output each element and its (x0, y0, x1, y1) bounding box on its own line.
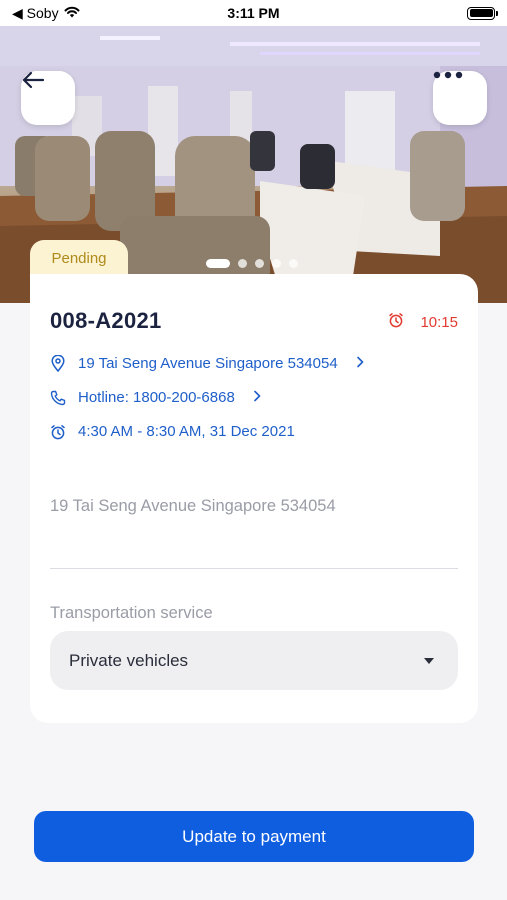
alarm-clock-icon (50, 424, 66, 440)
wifi-icon (63, 5, 81, 21)
hotline-text: Hotline: 1800-200-6868 (78, 389, 235, 406)
carousel-dot[interactable] (255, 259, 264, 268)
dropdown-caret-icon (424, 657, 434, 664)
location-pin-icon (50, 355, 66, 372)
chevron-right-icon (253, 389, 261, 406)
carousel-dot-active[interactable] (206, 259, 230, 268)
divider (50, 568, 458, 569)
address-link[interactable]: 19 Tai Seng Avenue Singapore 534054 (50, 355, 364, 372)
status-left: ◀ Soby (12, 5, 81, 22)
transport-select[interactable]: Private vehicles (50, 631, 458, 690)
carrier-label: ◀ Soby (12, 4, 59, 21)
address-link-text: 19 Tai Seng Avenue Singapore 534054 (78, 355, 338, 372)
back-button[interactable] (21, 71, 75, 125)
battery-icon (467, 6, 498, 20)
address-text: 19 Tai Seng Avenue Singapore 534054 (50, 497, 336, 515)
chevron-right-icon (356, 355, 364, 372)
booking-card: 008-A2021 10:15 19 Tai Seng Avenue Singa… (30, 274, 478, 723)
countdown-timer: 10:15 (388, 312, 458, 332)
update-to-payment-button[interactable]: Update to payment (34, 811, 474, 862)
carousel-dot[interactable] (289, 259, 298, 268)
phone-icon (50, 390, 66, 406)
carousel-dot[interactable] (272, 259, 281, 268)
transport-select-value: Private vehicles (69, 650, 189, 670)
more-options-button[interactable] (433, 71, 487, 125)
timer-value: 10:15 (420, 313, 458, 331)
status-bar: ◀ Soby 3:11 PM (0, 0, 507, 26)
booking-id: 008-A2021 (50, 308, 162, 333)
status-badge: Pending (30, 240, 128, 276)
alarm-clock-icon (388, 312, 404, 332)
hotline-link[interactable]: Hotline: 1800-200-6868 (50, 389, 261, 406)
schedule-row: 4:30 AM - 8:30 AM, 31 Dec 2021 (50, 423, 295, 440)
transport-label: Transportation service (50, 604, 213, 622)
schedule-text: 4:30 AM - 8:30 AM, 31 Dec 2021 (78, 423, 295, 440)
carousel-indicator[interactable] (206, 259, 298, 268)
carousel-dot[interactable] (238, 259, 247, 268)
